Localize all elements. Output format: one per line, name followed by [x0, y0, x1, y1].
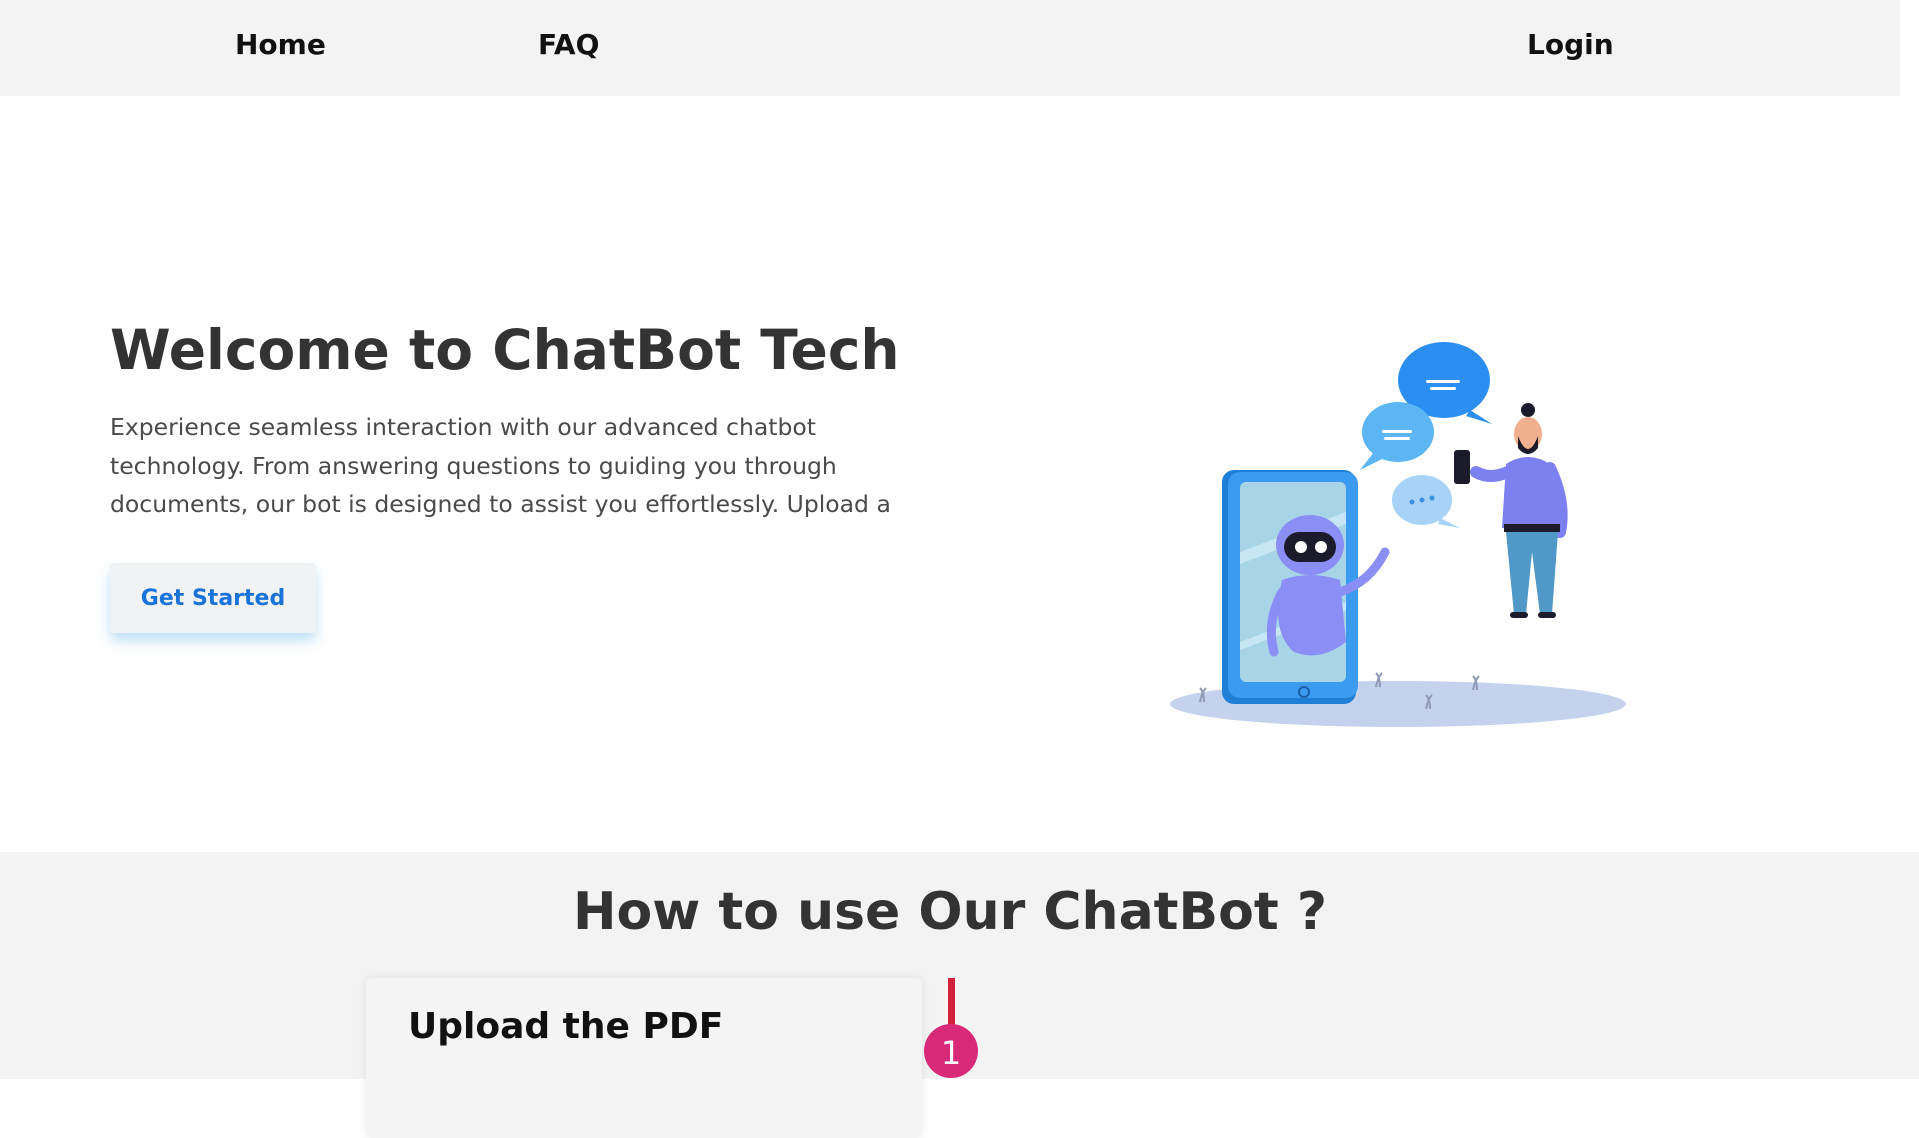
nav-login-link[interactable]: Login	[1527, 28, 1614, 61]
get-started-button[interactable]: Get Started	[110, 563, 316, 633]
step-card: Upload the PDF	[366, 978, 922, 1138]
nav-faq-link[interactable]: FAQ	[538, 28, 599, 61]
step-title: Upload the PDF	[408, 1006, 724, 1047]
hero-description: Experience seamless interaction with our…	[110, 413, 891, 518]
how-to-use-title: How to use Our ChatBot ?	[573, 882, 1327, 942]
chatbot-illustration	[1170, 342, 1626, 727]
person-icon	[1454, 403, 1568, 618]
speech-bubble-small-icon	[1392, 475, 1460, 528]
how-to-use-section: How to use Our ChatBot ? Upload the PDF …	[0, 852, 1919, 1138]
step-number-badge: 1	[924, 1024, 978, 1078]
hero-title: Welcome to ChatBot Tech	[110, 318, 900, 382]
top-navbar: Home FAQ Login	[0, 0, 1900, 96]
nav-home-link[interactable]: Home	[235, 28, 326, 61]
hero-section: Welcome to ChatBot Tech Experience seaml…	[0, 96, 1900, 852]
speech-bubble-medium-icon	[1360, 402, 1434, 470]
robot-icon	[1266, 515, 1390, 657]
